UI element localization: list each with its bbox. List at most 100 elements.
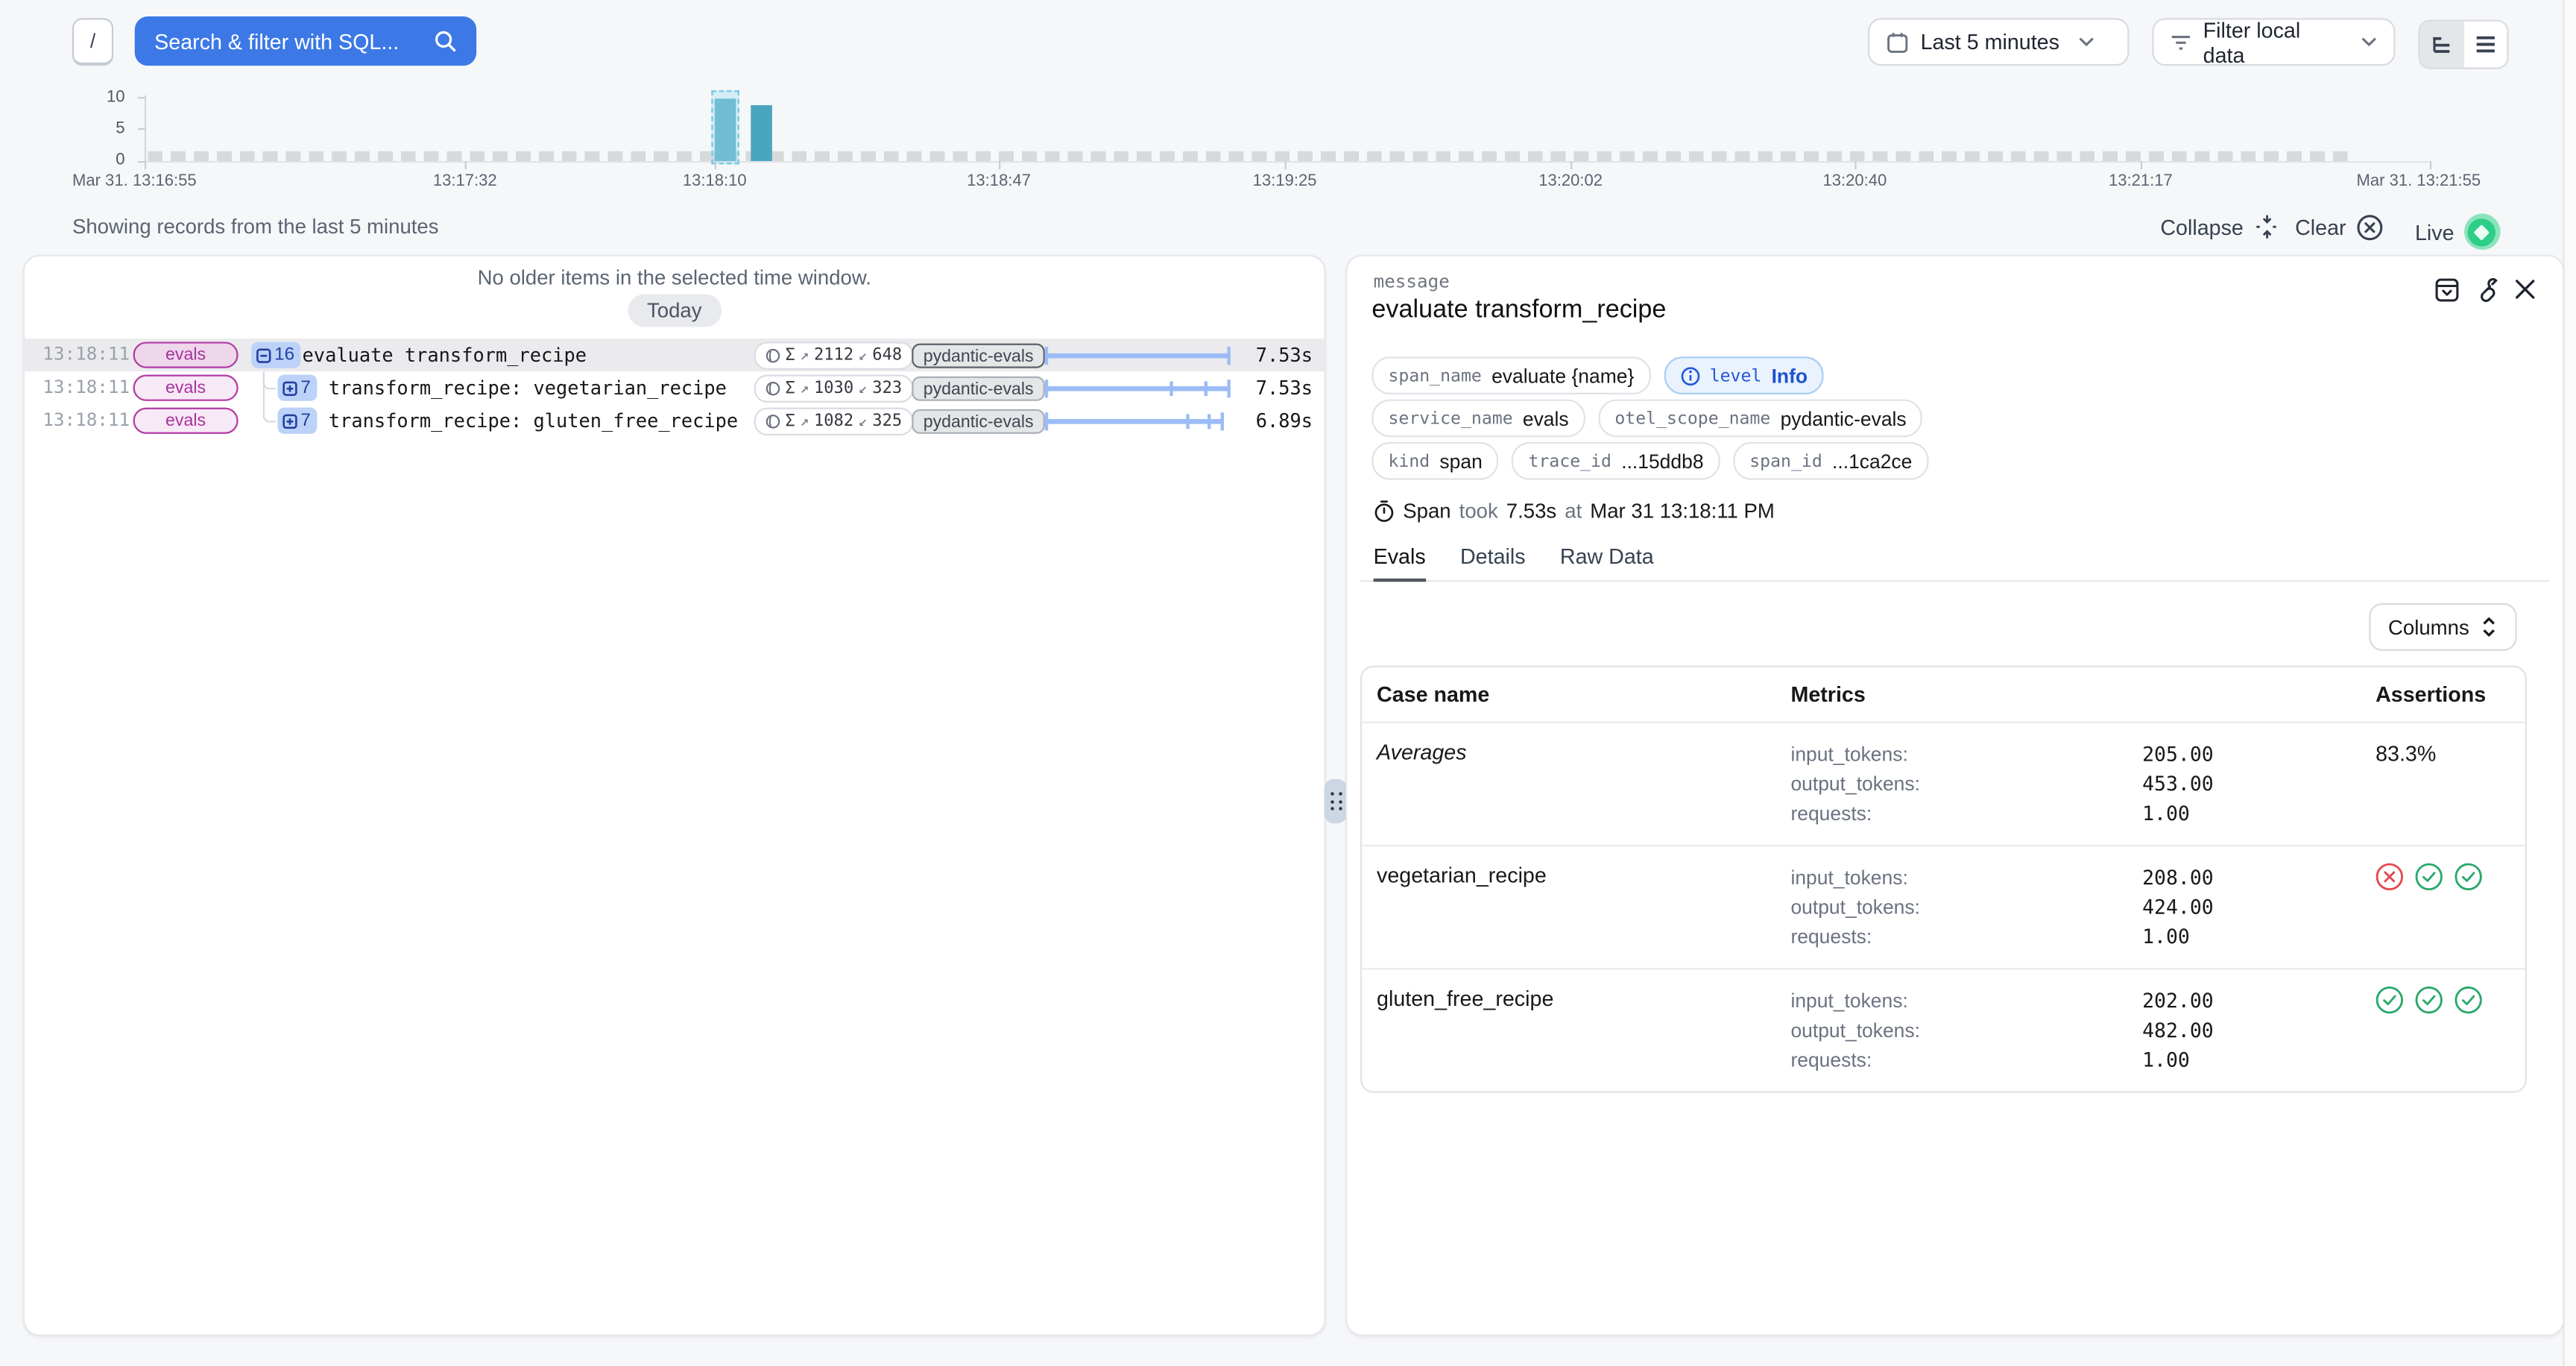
field-label: message (1374, 271, 1450, 293)
output-arrow-icon: ↙ (859, 347, 868, 364)
assertion-pass-icon[interactable] (2415, 863, 2443, 890)
service-badge[interactable]: evals (133, 375, 239, 401)
row-timestamp: 13:18:11 (42, 409, 130, 431)
today-pill[interactable]: Today (628, 295, 722, 327)
collapse-children-badge[interactable]: 16 (251, 342, 301, 368)
assertion-pass-icon[interactable] (2455, 863, 2482, 890)
x-axis-line (145, 161, 2431, 163)
empty-notice: No older items in the selected time wind… (25, 266, 1324, 289)
token-usage-chip: Σ ↗1030 ↙323 (754, 375, 914, 403)
tree-view-button[interactable] (2420, 22, 2463, 68)
assertions-percentage: 83.3% (2375, 741, 2436, 766)
search-button[interactable]: Search & filter with SQL... (135, 16, 476, 66)
clear-circle-x-icon (2356, 214, 2384, 242)
header-metrics: Metrics (1790, 682, 2375, 707)
plus-box-icon (282, 380, 297, 395)
live-label: Live (2415, 219, 2455, 244)
metric-value: 1.00 (2142, 1048, 2375, 1071)
list-view-button[interactable] (2463, 22, 2507, 68)
tab-raw-data[interactable]: Raw Data (1560, 544, 1654, 580)
tab-evals[interactable]: Evals (1374, 544, 1426, 582)
app-root: / Search & filter with SQL... Last 5 min… (0, 0, 2576, 1366)
span-timestamp: Mar 31 13:18:11 PM (1590, 500, 1775, 523)
eval-row-vegetarian-recipe[interactable]: vegetarian_recipe input_tokens:208.00 ou… (1362, 845, 2525, 968)
collapse-icon (2253, 214, 2279, 240)
input-arrow-icon: ↗ (800, 347, 809, 364)
input-tokens: 1030 (814, 380, 853, 397)
panel-resize-handle[interactable] (1324, 779, 1347, 824)
attribute-chip-level[interactable]: level Info (1664, 356, 1824, 394)
duration-text: 7.53s (1256, 344, 1313, 367)
scope-tag: pydantic-evals (912, 377, 1045, 401)
attribute-chip-trace-id[interactable]: trace_id ...15ddb8 (1512, 442, 1720, 480)
live-indicator-icon (2464, 214, 2500, 250)
output-arrow-icon: ↙ (859, 380, 868, 397)
records-histogram[interactable]: 10 5 0 Mar 31. 13:16:55 13:17:32 13:18:1… (0, 82, 2576, 201)
child-count: 16 (274, 345, 294, 365)
scrollbar-track[interactable] (2563, 0, 2576, 1366)
span-title: evaluate transform_recipe (1371, 296, 1666, 326)
collapse-label: Collapse (2160, 215, 2244, 239)
slash-key-label: / (90, 30, 95, 53)
grip-dots-icon (1330, 792, 1341, 810)
output-tokens: 325 (872, 412, 902, 430)
input-arrow-icon: ↗ (800, 413, 809, 429)
y-tick-10: 10 (98, 89, 124, 107)
clear-button[interactable]: Clear (2295, 214, 2384, 242)
child-count: 7 (300, 411, 311, 430)
trace-row-1[interactable]: 13:18:11 evals 16 evaluate transform_rec… (25, 339, 1324, 371)
filter-local-data-select[interactable]: Filter local data (2152, 18, 2395, 66)
y-tick-0: 0 (98, 151, 124, 169)
close-icon[interactable] (2513, 277, 2536, 302)
assertion-fail-icon[interactable] (2375, 863, 2403, 890)
x-label-0: Mar 31. 13:16:55 (72, 172, 197, 190)
tab-details[interactable]: Details (1460, 544, 1526, 580)
attribute-chip-service-name[interactable]: service_name evals (1371, 400, 1585, 438)
eval-row-gluten-free-recipe[interactable]: gluten_free_recipe input_tokens:202.00 o… (1362, 968, 2525, 1091)
output-tokens: 323 (872, 380, 902, 397)
live-toggle[interactable]: Live (2415, 214, 2500, 250)
expand-children-badge[interactable]: 7 (277, 375, 317, 401)
case-name: gluten_free_recipe (1377, 986, 1790, 1074)
x-label-7: 13:21:17 (2109, 172, 2173, 190)
child-count: 7 (300, 378, 311, 397)
copy-link-icon[interactable] (2474, 277, 2498, 302)
span-duration-value: 7.53s (1506, 500, 1556, 523)
service-badge[interactable]: evals (133, 342, 239, 368)
output-tokens: 648 (872, 347, 902, 365)
y-axis-line (145, 95, 146, 161)
collapse-button[interactable]: Collapse (2160, 214, 2279, 240)
plus-box-icon (282, 413, 297, 428)
filter-label: Filter local data (2203, 17, 2343, 66)
list-view-icon (2474, 34, 2497, 54)
y-tick-5: 5 (98, 120, 124, 138)
assertion-pass-icon[interactable] (2455, 986, 2482, 1013)
expand-children-badge[interactable]: 7 (277, 408, 317, 434)
x-label-5: 13:20:02 (1538, 172, 1603, 190)
time-range-select[interactable]: Last 5 minutes (1868, 18, 2129, 66)
assertion-pass-icon[interactable] (2375, 986, 2403, 1013)
eval-row-averages[interactable]: Averages input_tokens:205.00 output_toke… (1362, 722, 2525, 845)
dock-panel-icon[interactable] (2434, 277, 2459, 302)
metric-value: 453.00 (2142, 772, 2375, 796)
chevron-down-icon (2077, 36, 2094, 47)
span-message: transform_recipe: gluten_free_recipe (329, 409, 738, 432)
assertion-pass-icon[interactable] (2415, 986, 2443, 1013)
metric-value: 205.00 (2142, 743, 2375, 766)
attribute-chip-otel-scope-name[interactable]: otel_scope_name pydantic-evals (1598, 400, 1922, 438)
header-case-name: Case name (1377, 682, 1790, 707)
x-label-2: 13:18:10 (683, 172, 747, 190)
minus-box-icon (256, 347, 271, 362)
detail-tabs: Evals Details Raw Data (1360, 544, 2550, 582)
service-badge[interactable]: evals (133, 408, 239, 434)
trace-row-2[interactable]: 13:18:11 evals 7 transform_recipe: veget… (25, 371, 1324, 404)
columns-button[interactable]: Columns (2369, 603, 2517, 651)
trace-row-3[interactable]: 13:18:11 evals 7 transform_recipe: glute… (25, 404, 1324, 437)
trace-list-panel: No older items in the selected time wind… (23, 255, 1326, 1336)
token-usage-chip: Σ ↗1082 ↙325 (754, 408, 914, 435)
histogram-bar-2[interactable] (751, 105, 772, 161)
x-label-3: 13:18:47 (967, 172, 1031, 190)
attribute-chip-span-name[interactable]: span_name evaluate {name} (1371, 356, 1650, 394)
attribute-chip-kind[interactable]: kind span (1371, 442, 1498, 480)
attribute-chip-span-id[interactable]: span_id ...1ca2ce (1733, 442, 1928, 480)
